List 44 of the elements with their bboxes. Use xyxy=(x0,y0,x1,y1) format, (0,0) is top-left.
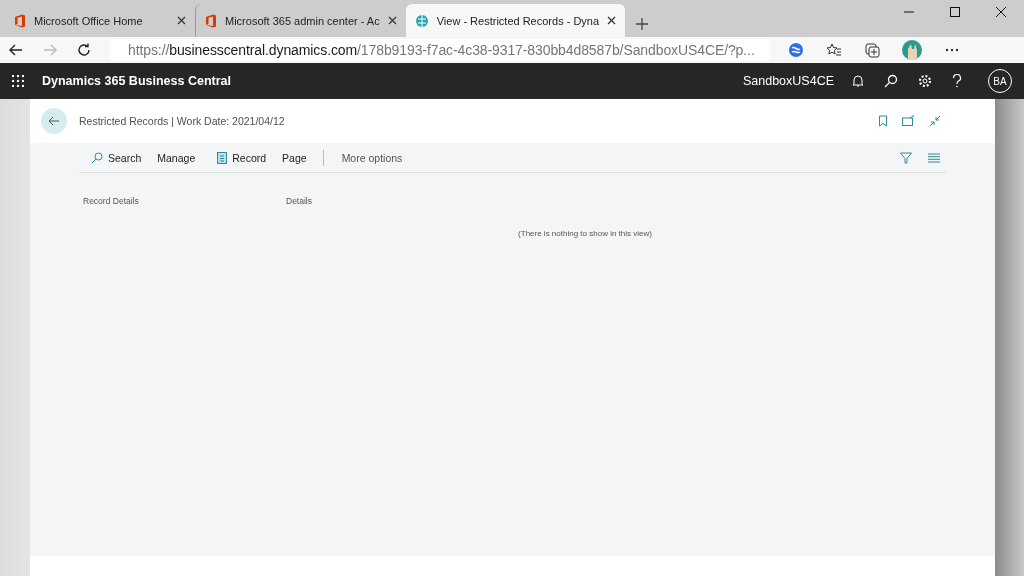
settings-icon[interactable] xyxy=(918,74,932,88)
app-title: Dynamics 365 Business Central xyxy=(42,74,232,88)
favorites-icon[interactable] xyxy=(826,42,842,58)
back-icon[interactable] xyxy=(8,42,24,58)
empty-message: (There is nothing to show in this view) xyxy=(517,229,653,238)
bookmark-icon[interactable] xyxy=(878,115,888,127)
close-icon[interactable] xyxy=(607,16,617,25)
profile-avatar-icon[interactable] xyxy=(902,40,922,60)
extension-icon[interactable] xyxy=(788,42,804,58)
office-icon xyxy=(205,13,217,28)
more-options-button[interactable]: More options xyxy=(335,146,409,169)
action-button[interactable]: Manage xyxy=(151,146,202,169)
search-icon xyxy=(91,151,103,164)
help-icon[interactable] xyxy=(952,74,962,88)
action-button[interactable]: Record xyxy=(211,146,273,169)
collapse-icon[interactable] xyxy=(929,115,941,127)
bell-icon[interactable] xyxy=(852,74,864,88)
url-text: https://businesscentral.dynamics.com/178b9193-f7ac-4c38-9317-830bb4d8587b/SandboxUS4CE/?p... xyxy=(128,42,755,58)
close-icon[interactable] xyxy=(387,16,397,25)
new-tab-icon[interactable] xyxy=(635,17,650,31)
search-icon[interactable] xyxy=(884,74,898,88)
environment-name: SandboxUS4CE xyxy=(742,74,834,88)
refresh-icon[interactable] xyxy=(76,42,92,58)
maximize-icon[interactable] xyxy=(950,7,960,17)
filter-icon[interactable] xyxy=(900,151,912,164)
page-title: Restricted Records | Work Date: 2021/04/12 xyxy=(79,115,286,127)
column-header: Details xyxy=(286,196,312,206)
back-button[interactable] xyxy=(41,108,67,134)
collections-icon[interactable] xyxy=(864,42,880,58)
back-arrow-icon xyxy=(48,116,60,126)
app-launcher-icon[interactable] xyxy=(12,75,24,87)
office-icon xyxy=(14,13,26,28)
globe-icon xyxy=(414,13,429,28)
address-bar[interactable]: https://businesscentral.dynamics.com/178b9193-f7ac-4c38-9317-830bb4d8587b/SandboxUS4CE/?p... xyxy=(110,39,770,61)
close-icon[interactable] xyxy=(996,7,1006,17)
column-header: Record Details xyxy=(83,196,140,206)
action-button[interactable]: Page xyxy=(276,146,313,169)
browser-tab[interactable]: Microsoft Office Home xyxy=(5,4,195,37)
close-icon[interactable] xyxy=(177,16,186,25)
action-button[interactable]: Search xyxy=(85,146,148,169)
list-view-icon[interactable] xyxy=(928,152,940,163)
browser-tab[interactable]: View - Restricted Records - Dyna xyxy=(405,4,626,37)
document-icon xyxy=(217,151,228,164)
open-in-window-icon[interactable] xyxy=(902,115,915,126)
